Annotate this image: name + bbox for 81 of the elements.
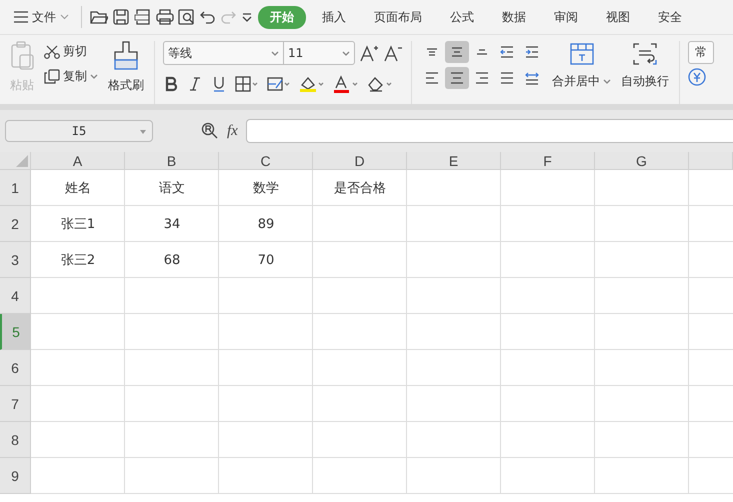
- underline-icon[interactable]: [211, 76, 227, 92]
- table-cell-text: 姓名: [65, 180, 91, 197]
- borders-icon[interactable]: [235, 76, 259, 92]
- align-button[interactable]: [445, 67, 469, 89]
- undo-icon[interactable]: [200, 9, 216, 25]
- align-indent-icon: [525, 45, 539, 59]
- copy-icon: [44, 69, 60, 84]
- align-justify-icon: [500, 71, 514, 85]
- menu-icon: [14, 11, 28, 23]
- align-top-icon: [425, 48, 439, 56]
- align-left-icon: [425, 71, 439, 85]
- currency-icon[interactable]: [688, 68, 706, 86]
- align-distribute-icon: [525, 71, 539, 85]
- number-format-field[interactable]: 常: [688, 41, 714, 64]
- table-cell: 70: [258, 252, 274, 268]
- function-icon[interactable]: fx: [227, 122, 238, 140]
- file-menu[interactable]: 文件: [10, 8, 73, 26]
- folder-icon[interactable]: [90, 9, 108, 25]
- align-button[interactable]: [445, 41, 469, 63]
- column-header[interactable]: E: [407, 152, 501, 170]
- decrease-font-icon[interactable]: [383, 43, 403, 63]
- row-header[interactable]: 3: [0, 242, 31, 278]
- table-cell-text: 数学: [253, 180, 279, 197]
- fill-color-icon[interactable]: [299, 75, 325, 93]
- row-header[interactable]: 8: [0, 422, 31, 458]
- ribbon-tab[interactable]: 插入: [310, 6, 358, 28]
- table-cell: 68: [164, 252, 180, 268]
- ribbon-tab[interactable]: 数据: [490, 6, 538, 28]
- cut-button[interactable]: 剪切: [42, 41, 89, 62]
- row-header[interactable]: 4: [0, 278, 31, 314]
- table-cell: 89: [258, 216, 274, 232]
- align-bottom-icon: [475, 49, 489, 55]
- row-header[interactable]: 1: [0, 170, 31, 206]
- font-color-icon[interactable]: [333, 75, 359, 93]
- cell-style-icon[interactable]: [267, 76, 291, 92]
- align-middle-icon: [450, 45, 464, 59]
- wrap-text-icon[interactable]: [632, 41, 658, 67]
- column-header[interactable]: A: [31, 152, 125, 170]
- save-icon[interactable]: [112, 9, 130, 25]
- paintbrush-icon[interactable]: [113, 41, 139, 71]
- ribbon-tab[interactable]: 审阅: [542, 6, 590, 28]
- printer-icon[interactable]: [156, 9, 174, 25]
- row-header[interactable]: 9: [0, 458, 31, 494]
- table-cell: 34: [164, 216, 180, 232]
- italic-icon[interactable]: [187, 76, 203, 92]
- caret-icon[interactable]: [90, 74, 98, 79]
- scissors-icon: [44, 44, 60, 58]
- increase-font-icon[interactable]: [359, 43, 379, 63]
- eraser-icon[interactable]: [367, 75, 393, 93]
- row-header[interactable]: 7: [0, 386, 31, 422]
- column-header[interactable]: C: [219, 152, 313, 170]
- zoom-search-icon[interactable]: [201, 122, 219, 140]
- ribbon-tab[interactable]: 安全: [646, 6, 694, 28]
- name-box[interactable]: I5: [5, 120, 153, 142]
- print-preview-icon[interactable]: [178, 9, 196, 25]
- caret-icon: [140, 130, 146, 134]
- column-header[interactable]: B: [125, 152, 219, 170]
- row-header[interactable]: 2: [0, 206, 31, 242]
- copy-button[interactable]: 复制: [42, 66, 100, 87]
- column-header[interactable]: D: [313, 152, 407, 170]
- formula-field[interactable]: [246, 119, 733, 143]
- format-painter-button[interactable]: 格式刷: [106, 75, 146, 96]
- wrap-text-button[interactable]: 自动换行: [619, 71, 671, 92]
- align-outdent-icon: [500, 45, 514, 59]
- caret-icon[interactable]: [603, 79, 611, 84]
- table-cell-text: 是否合格: [334, 180, 386, 197]
- column-header[interactable]: G: [595, 152, 689, 170]
- merge-cells-icon[interactable]: [568, 41, 594, 67]
- table-cell-text: 张三2: [60, 252, 96, 269]
- merge-center-button[interactable]: 合并居中: [550, 71, 613, 92]
- table-cell-text: 张三1: [60, 216, 96, 233]
- bold-icon[interactable]: [163, 76, 179, 92]
- ribbon-tab[interactable]: 页面布局: [362, 6, 434, 28]
- ribbon-tab[interactable]: 公式: [438, 6, 486, 28]
- table-cell-text: 语文: [159, 180, 185, 197]
- caret-icon: [60, 14, 69, 20]
- ribbon-tab[interactable]: 视图: [594, 6, 642, 28]
- align-center-icon: [450, 71, 464, 85]
- align-right-icon: [475, 71, 489, 85]
- column-header[interactable]: F: [501, 152, 595, 170]
- row-header[interactable]: 6: [0, 350, 31, 386]
